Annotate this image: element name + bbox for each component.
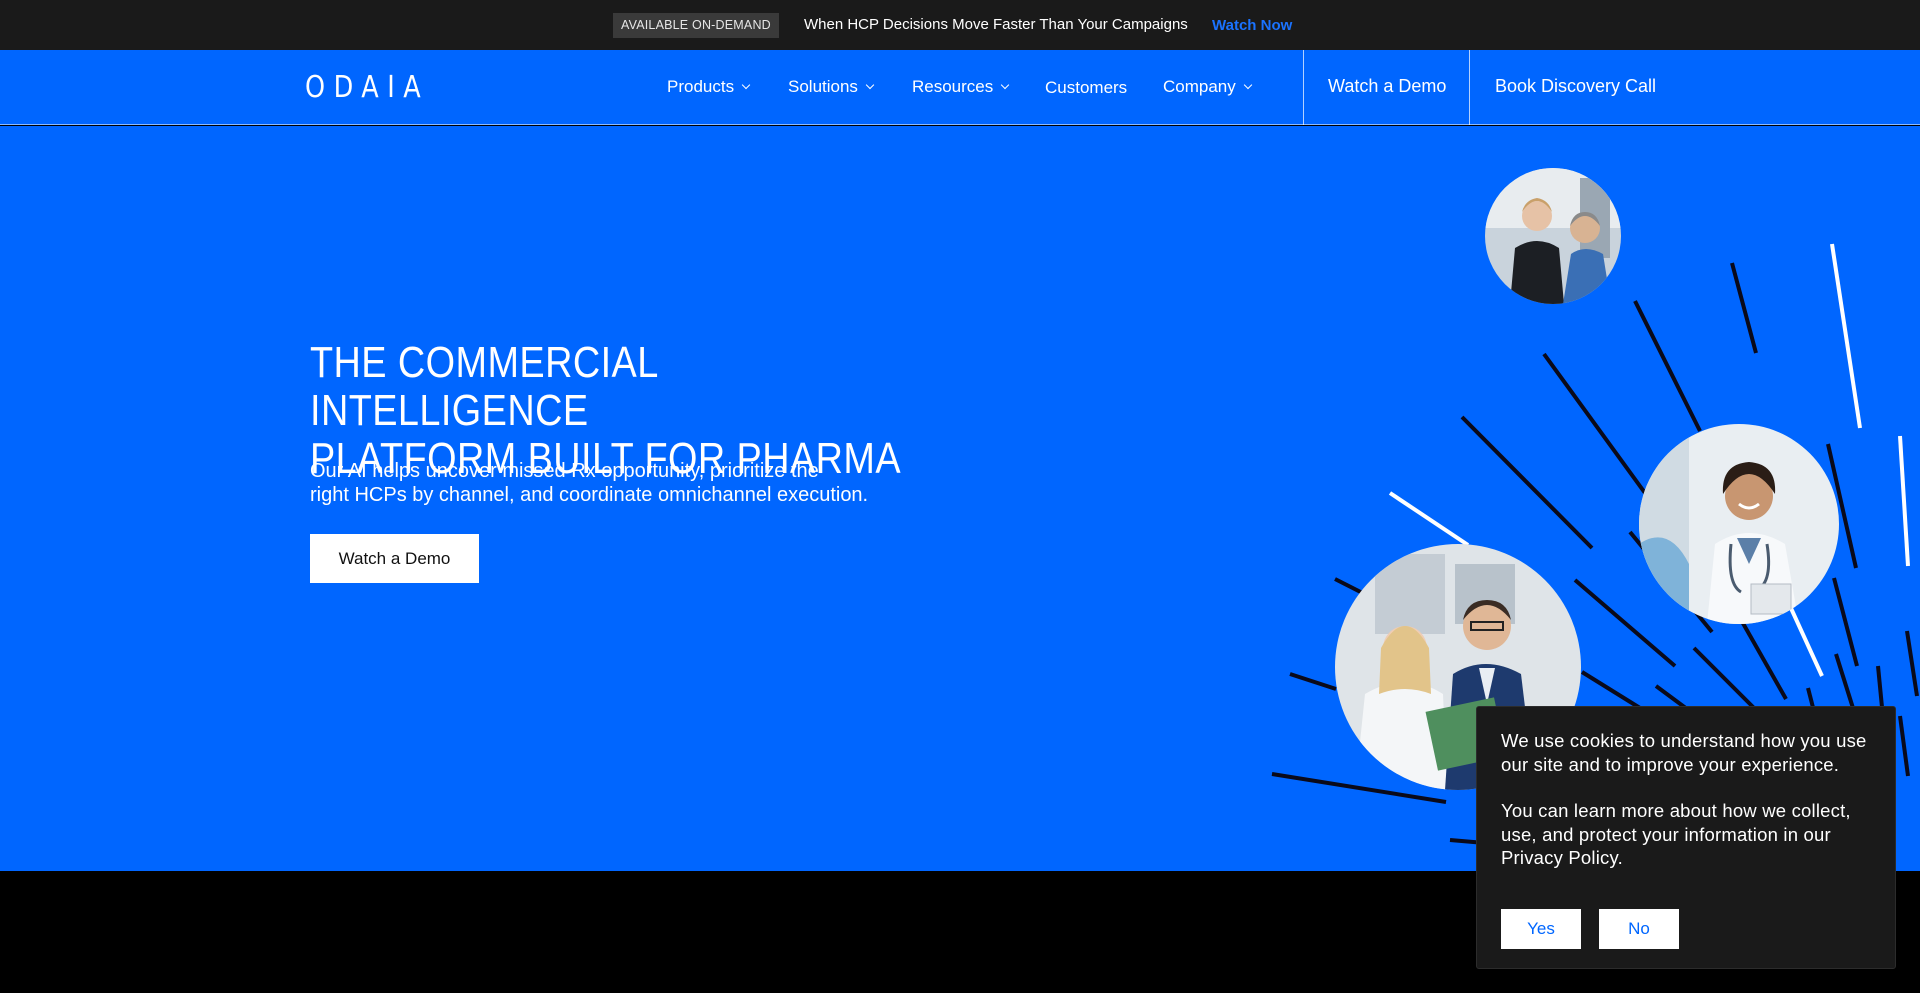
nav-item-resources[interactable]: Resources bbox=[912, 77, 1010, 97]
book-discovery-call-button[interactable]: Book Discovery Call bbox=[1495, 76, 1656, 97]
nav-watch-demo-button[interactable]: Watch a Demo bbox=[1328, 76, 1446, 97]
nav-item-solutions[interactable]: Solutions bbox=[788, 77, 875, 97]
main-nav: ODAIA Products Solutions Resources Custo… bbox=[0, 50, 1920, 125]
nav-item-label: Company bbox=[1163, 77, 1236, 96]
cookie-consent-banner: We use cookies to understand how you use… bbox=[1476, 706, 1896, 969]
cookie-text: We use cookies to understand how you use… bbox=[1501, 730, 1867, 775]
cookie-yes-button[interactable]: Yes bbox=[1501, 909, 1581, 949]
announcement-message: When HCP Decisions Move Faster Than Your… bbox=[804, 16, 1188, 33]
on-demand-badge: AVAILABLE ON-DEMAND bbox=[613, 13, 779, 38]
chevron-down-icon bbox=[865, 80, 875, 90]
nav-item-label: Products bbox=[667, 77, 735, 96]
odaia-logo[interactable]: ODAIA bbox=[305, 70, 429, 105]
nav-item-company[interactable]: Company bbox=[1163, 77, 1253, 97]
meeting-photo bbox=[1485, 168, 1621, 304]
cookie-no-button[interactable]: No bbox=[1599, 909, 1679, 949]
chevron-down-icon bbox=[1243, 80, 1253, 90]
doctor-photo bbox=[1639, 424, 1839, 624]
nav-item-products[interactable]: Products bbox=[667, 77, 751, 97]
announcement-bar: AVAILABLE ON-DEMAND When HCP Decisions M… bbox=[0, 0, 1920, 50]
nav-item-customers[interactable]: Customers bbox=[1045, 78, 1127, 98]
cookie-policy-text: You can learn more about how we collect,… bbox=[1501, 800, 1851, 868]
chevron-down-icon bbox=[741, 80, 751, 90]
nav-divider bbox=[1303, 50, 1304, 125]
nav-item-label: Customers bbox=[1045, 78, 1128, 97]
nav-item-label: Solutions bbox=[788, 77, 858, 96]
nav-item-label: Resources bbox=[912, 77, 994, 96]
watch-now-link[interactable]: Watch Now bbox=[1212, 17, 1292, 34]
nav-divider bbox=[1469, 50, 1470, 125]
chevron-down-icon bbox=[1001, 80, 1010, 90]
